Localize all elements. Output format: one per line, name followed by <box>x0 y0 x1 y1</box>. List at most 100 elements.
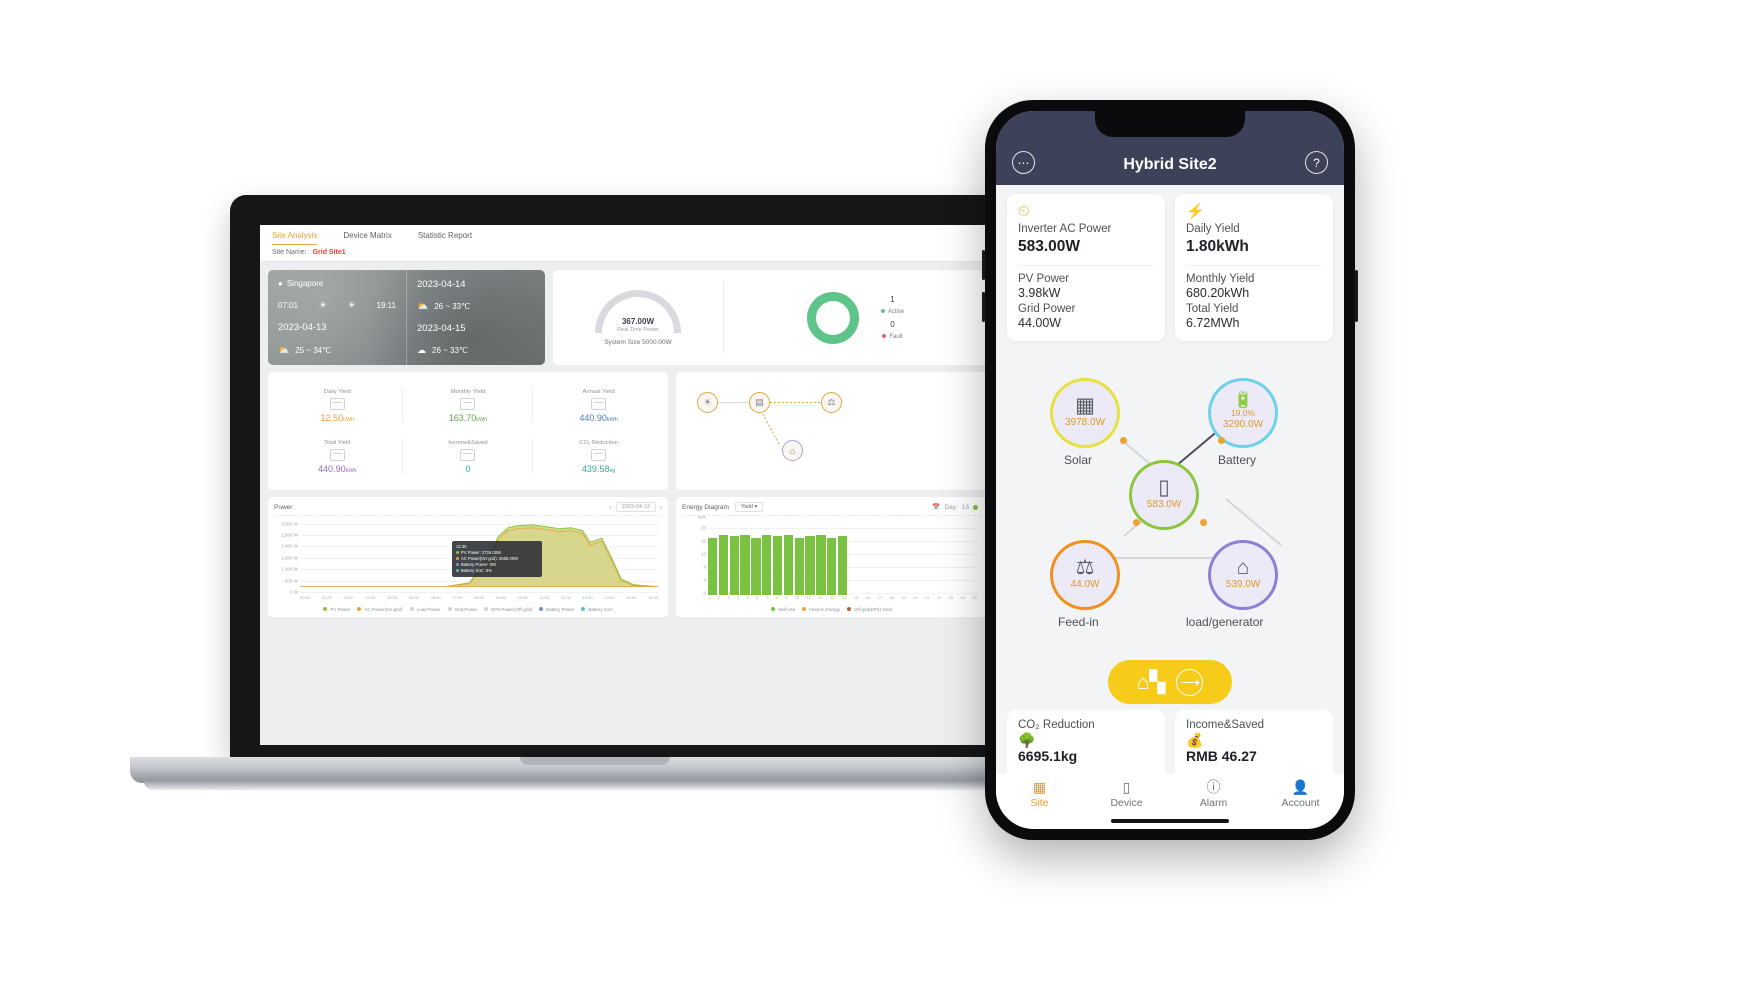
flow-node-grid[interactable]: ⚖ <box>821 392 842 413</box>
legend-item[interactable]: Grid Power <box>447 607 477 612</box>
more-dots-icon[interactable]: ⋯ <box>1012 151 1035 174</box>
prev-day-icon[interactable]: ‹ <box>610 504 612 511</box>
next-day-icon[interactable]: › <box>660 504 662 511</box>
flow-node-feedin[interactable]: ⚖ 44.0W <box>1053 543 1117 607</box>
bar <box>729 536 740 595</box>
card-sub-label-2: Total Yield <box>1186 303 1239 315</box>
tab-alarm[interactable]: ⓘ Alarm <box>1170 780 1257 809</box>
flow-node-battery[interactable]: 🔋 19.0% 3290.0W <box>1211 381 1275 445</box>
x-tick: 9 <box>785 595 788 600</box>
card-daily-yield[interactable]: ⚡ Daily Yield 1.80kWh Monthly Yield 680.… <box>1175 194 1333 341</box>
flow-node-home[interactable]: ⌂ <box>782 440 803 461</box>
middle-row: Daily Yield 12.50kWh Monthly Yield 163.7… <box>268 372 987 490</box>
report-cta-button[interactable]: ⌂▚ ⟶ <box>1108 660 1232 704</box>
x-tick: 11 <box>806 595 811 600</box>
phone-screen: ⋯ Hybrid Site2 ? ⏲ Inverter AC Power 583… <box>996 111 1344 829</box>
x-tick: 02:00 <box>343 595 354 600</box>
card-inverter-ac-power[interactable]: ⏲ Inverter AC Power 583.00W PV Power 3.9… <box>1007 194 1165 341</box>
phone-device: ⋯ Hybrid Site2 ? ⏲ Inverter AC Power 583… <box>982 100 1358 840</box>
legend-item[interactable]: Off-grid(EPS) Yield <box>847 607 892 612</box>
yield-stats-grid: Daily Yield 12.50kWh Monthly Yield 163.7… <box>272 380 664 482</box>
x-tick: 10:00 <box>517 595 528 600</box>
card-sub-value-2: 6.72MWh <box>1186 316 1240 330</box>
gauge-card: 367.00W Real Time Power System Size 5000… <box>553 270 987 365</box>
feedin-value: 44.0W <box>1070 579 1100 590</box>
tree-icon: 🌳 <box>1018 732 1036 748</box>
card-income-saved[interactable]: Income&Saved 💰 RMB 46.27 <box>1175 710 1333 774</box>
question-mark-icon[interactable]: ? <box>1304 151 1328 174</box>
legend-item[interactable]: Self-Use <box>771 607 795 612</box>
power-chart-date-nav[interactable]: ‹ 2023-04-13 › <box>610 502 662 512</box>
bar <box>794 538 804 595</box>
tab-site[interactable]: ▦ Site <box>996 780 1083 809</box>
alarm-icon: ⓘ <box>1206 779 1221 795</box>
x-tick: 5 <box>746 595 749 600</box>
y-tick: 1,500 W <box>281 555 298 561</box>
volume-up-button[interactable] <box>982 250 985 280</box>
x-tick: 19 <box>901 595 906 600</box>
laptop-tab-bar: Site Analysis Device Matrix Statistic Re… <box>260 225 995 245</box>
legend-item[interactable]: Feed-in Energy <box>802 607 840 612</box>
flow-dot-inverter-right <box>1200 519 1207 526</box>
x-tick: 05:00 <box>408 595 419 600</box>
legend-item[interactable]: Battery Power <box>539 607 574 612</box>
tab-site-analysis[interactable]: Site Analysis <box>272 231 318 245</box>
x-tick: 25 <box>972 595 977 600</box>
realtime-power-gauge: 367.00W Real Time Power System Size 5000… <box>553 289 723 346</box>
laptop-screen: Site Analysis Device Matrix Statistic Re… <box>260 225 995 745</box>
power-x-axis: 00:00 01:00 02:00 03:00 04:00 05:00 06:0… <box>300 595 658 605</box>
stat-label: Income&Saved <box>448 439 488 446</box>
legend-item[interactable]: Load Power <box>409 607 441 612</box>
card-sub-label-1: Monthly Yield <box>1186 273 1255 285</box>
feedin-label: Feed-in <box>1058 615 1099 629</box>
sun-times: 07:01 ☀ ☀ 19:11 <box>278 300 396 311</box>
laptop-device: Site Analysis Device Matrix Statistic Re… <box>130 195 1060 805</box>
energy-chart-legend: Self-Use Feed-in Energy Off-grid(EPS) Yi… <box>682 605 981 612</box>
stat-annual-yield: Annual Yield 440.90kWh <box>533 380 664 431</box>
battery-icon: 🔋 <box>1233 392 1253 409</box>
legend-item[interactable]: PV Power <box>323 607 350 612</box>
power-button[interactable] <box>1355 270 1358 322</box>
flow-node-inverter[interactable]: ▯ 583.0W <box>1132 463 1196 527</box>
laptop-content: ● Singapore 07:01 ☀ ☀ 19:11 2023-04-13 ⛅… <box>260 262 995 625</box>
bar <box>816 534 826 595</box>
card-co2-reduction[interactable]: CO₂ Reduction 🌳 6695.1kg <box>1007 710 1165 774</box>
weather-location-row: ● Singapore <box>278 279 396 288</box>
legend-item[interactable]: AC Power(On-grid) <box>357 607 403 612</box>
weather-location: Singapore <box>286 279 324 288</box>
flow-node-solar[interactable]: ▦ 3978.0W <box>1053 381 1117 445</box>
laptop-base <box>130 757 1060 783</box>
legend-item[interactable]: Battery SoC <box>581 607 613 612</box>
tab-account[interactable]: 👤 Account <box>1257 780 1344 809</box>
volume-down-button[interactable] <box>982 292 985 322</box>
x-tick: 12:00 <box>560 595 571 600</box>
x-tick: 01:00 <box>321 595 332 600</box>
energy-bar-series <box>708 519 977 595</box>
weather-temp-left-row: ⛅ 25 ~ 34℃ <box>278 345 396 356</box>
flow-dot-battery <box>1218 437 1225 444</box>
flow-node-inverter[interactable]: ▤ <box>749 392 770 413</box>
tab-statistic-report[interactable]: Statistic Report <box>418 231 472 245</box>
power-chart-plot: 3,000 W 2,500 W 2,000 W 1,500 W 1,000 W … <box>274 519 662 605</box>
day-value[interactable]: 13 <box>962 504 969 511</box>
x-tick: 00:00 <box>300 595 311 600</box>
legend-item[interactable]: EPS Power(Off-grid) <box>484 607 532 612</box>
x-tick: 08:00 <box>474 595 485 600</box>
site-name-value[interactable]: Grid Site1 <box>313 249 346 256</box>
flow-node-solar[interactable]: ☀ <box>697 392 718 413</box>
flow-node-load[interactable]: ⌂ 539.0W <box>1211 543 1275 607</box>
energy-y-axis: kWh 20 16 12 8 4 0 <box>682 515 708 595</box>
power-chart-date[interactable]: 2023-04-13 <box>615 502 656 512</box>
energy-chart-day-picker[interactable]: 📅 Day: 13 <box>932 503 981 511</box>
sunset-icon: ☀ <box>347 299 356 310</box>
top-row: ● Singapore 07:01 ☀ ☀ 19:11 2023-04-13 ⛅… <box>268 270 987 365</box>
x-tick: 20 <box>913 595 918 600</box>
energy-chart-select[interactable]: Yield ▾ <box>734 502 764 512</box>
energy-chart-plot: kWh 20 16 12 8 4 0 1 2 3 4 5 6 7 8 9 10 … <box>682 515 981 605</box>
weather-temp-2: 26 ~ 33℃ <box>432 346 468 355</box>
page-title: Hybrid Site2 <box>1123 156 1217 173</box>
tab-device-matrix[interactable]: Device Matrix <box>343 231 391 245</box>
power-chart-tooltip: 12:30 PV Power: 2724.00W AC Power(On-gri… <box>452 541 542 578</box>
tab-device[interactable]: ▯ Device <box>1083 780 1170 809</box>
x-tick: 7 <box>765 595 769 600</box>
